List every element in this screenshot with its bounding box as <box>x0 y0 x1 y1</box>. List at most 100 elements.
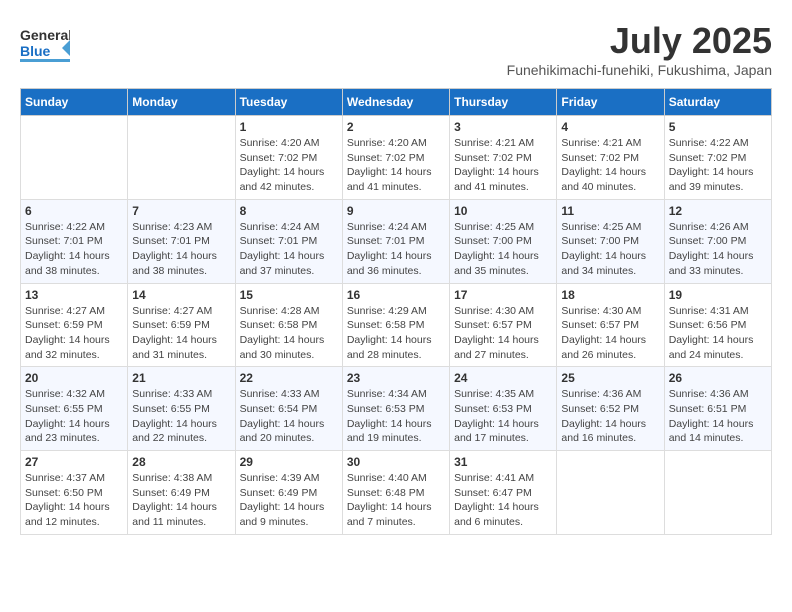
calendar-cell: 22 Sunrise: 4:33 AM Sunset: 6:54 PM Dayli… <box>235 367 342 451</box>
cell-content: Sunrise: 4:22 AM Sunset: 7:01 PM Dayligh… <box>25 220 123 279</box>
calendar-cell: 6 Sunrise: 4:22 AM Sunset: 7:01 PM Daylig… <box>21 199 128 283</box>
calendar-cell: 14 Sunrise: 4:27 AM Sunset: 6:59 PM Dayli… <box>128 283 235 367</box>
calendar-body: 1 Sunrise: 4:20 AM Sunset: 7:02 PM Daylig… <box>21 116 772 535</box>
cell-content: Sunrise: 4:25 AM Sunset: 7:00 PM Dayligh… <box>454 220 552 279</box>
calendar-cell <box>664 451 771 535</box>
calendar-cell: 19 Sunrise: 4:31 AM Sunset: 6:56 PM Dayli… <box>664 283 771 367</box>
calendar-cell: 13 Sunrise: 4:27 AM Sunset: 6:59 PM Dayli… <box>21 283 128 367</box>
calendar-cell: 21 Sunrise: 4:33 AM Sunset: 6:55 PM Dayli… <box>128 367 235 451</box>
calendar-cell: 23 Sunrise: 4:34 AM Sunset: 6:53 PM Dayli… <box>342 367 449 451</box>
calendar-cell: 5Sunrise: 4:22 AM Sunset: 7:02 PM Daylig… <box>664 116 771 200</box>
cell-content: Sunrise: 4:32 AM Sunset: 6:55 PM Dayligh… <box>25 387 123 446</box>
day-number: 27 <box>25 455 123 469</box>
calendar-week-row: 1 Sunrise: 4:20 AM Sunset: 7:02 PM Daylig… <box>21 116 772 200</box>
weekday-header-cell: Saturday <box>664 89 771 116</box>
cell-content: Sunrise: 4:40 AM Sunset: 6:48 PM Dayligh… <box>347 471 445 530</box>
day-number: 4 <box>561 120 659 134</box>
day-number: 30 <box>347 455 445 469</box>
day-number: 12 <box>669 204 767 218</box>
cell-content: Sunrise: 4:41 AM Sunset: 6:47 PM Dayligh… <box>454 471 552 530</box>
day-number: 13 <box>25 288 123 302</box>
calendar-cell <box>557 451 664 535</box>
calendar-cell: 15Sunrise: 4:28 AM Sunset: 6:58 PM Dayli… <box>235 283 342 367</box>
calendar-cell: 28Sunrise: 4:38 AM Sunset: 6:49 PM Dayli… <box>128 451 235 535</box>
cell-content: Sunrise: 4:21 AM Sunset: 7:02 PM Dayligh… <box>561 136 659 195</box>
day-number: 10 <box>454 204 552 218</box>
calendar-cell: 11 Sunrise: 4:25 AM Sunset: 7:00 PM Dayli… <box>557 199 664 283</box>
calendar-cell: 9 Sunrise: 4:24 AM Sunset: 7:01 PM Daylig… <box>342 199 449 283</box>
day-number: 31 <box>454 455 552 469</box>
day-number: 17 <box>454 288 552 302</box>
calendar-week-row: 20 Sunrise: 4:32 AM Sunset: 6:55 PM Dayli… <box>21 367 772 451</box>
calendar-cell: 17 Sunrise: 4:30 AM Sunset: 6:57 PM Dayli… <box>450 283 557 367</box>
cell-content: Sunrise: 4:30 AM Sunset: 6:57 PM Dayligh… <box>454 304 552 363</box>
day-number: 23 <box>347 371 445 385</box>
cell-content: Sunrise: 4:23 AM Sunset: 7:01 PM Dayligh… <box>132 220 230 279</box>
cell-content: Sunrise: 4:25 AM Sunset: 7:00 PM Dayligh… <box>561 220 659 279</box>
calendar-cell: 10 Sunrise: 4:25 AM Sunset: 7:00 PM Dayli… <box>450 199 557 283</box>
day-number: 29 <box>240 455 338 469</box>
cell-content: Sunrise: 4:24 AM Sunset: 7:01 PM Dayligh… <box>347 220 445 279</box>
day-number: 9 <box>347 204 445 218</box>
calendar-cell: 2Sunrise: 4:20 AM Sunset: 7:02 PM Daylig… <box>342 116 449 200</box>
calendar-cell: 4 Sunrise: 4:21 AM Sunset: 7:02 PM Daylig… <box>557 116 664 200</box>
day-number: 22 <box>240 371 338 385</box>
calendar-cell: 12 Sunrise: 4:26 AM Sunset: 7:00 PM Dayli… <box>664 199 771 283</box>
day-number: 7 <box>132 204 230 218</box>
calendar-week-row: 6 Sunrise: 4:22 AM Sunset: 7:01 PM Daylig… <box>21 199 772 283</box>
calendar-cell: 24 Sunrise: 4:35 AM Sunset: 6:53 PM Dayli… <box>450 367 557 451</box>
cell-content: Sunrise: 4:21 AM Sunset: 7:02 PM Dayligh… <box>454 136 552 195</box>
day-number: 3 <box>454 120 552 134</box>
cell-content: Sunrise: 4:27 AM Sunset: 6:59 PM Dayligh… <box>25 304 123 363</box>
day-number: 6 <box>25 204 123 218</box>
cell-content: Sunrise: 4:38 AM Sunset: 6:49 PM Dayligh… <box>132 471 230 530</box>
calendar-week-row: 27Sunrise: 4:37 AM Sunset: 6:50 PM Dayli… <box>21 451 772 535</box>
calendar-cell: 31 Sunrise: 4:41 AM Sunset: 6:47 PM Dayli… <box>450 451 557 535</box>
cell-content: Sunrise: 4:35 AM Sunset: 6:53 PM Dayligh… <box>454 387 552 446</box>
cell-content: Sunrise: 4:33 AM Sunset: 6:54 PM Dayligh… <box>240 387 338 446</box>
day-number: 11 <box>561 204 659 218</box>
day-number: 20 <box>25 371 123 385</box>
day-number: 15 <box>240 288 338 302</box>
day-number: 18 <box>561 288 659 302</box>
cell-content: Sunrise: 4:27 AM Sunset: 6:59 PM Dayligh… <box>132 304 230 363</box>
day-number: 21 <box>132 371 230 385</box>
calendar-cell: 8 Sunrise: 4:24 AM Sunset: 7:01 PM Daylig… <box>235 199 342 283</box>
cell-content: Sunrise: 4:29 AM Sunset: 6:58 PM Dayligh… <box>347 304 445 363</box>
calendar-cell: 29Sunrise: 4:39 AM Sunset: 6:49 PM Dayli… <box>235 451 342 535</box>
weekday-header-cell: Monday <box>128 89 235 116</box>
page-header: General Blue July 2025 Funehikimachi-fun… <box>20 20 772 78</box>
calendar-cell: 18 Sunrise: 4:30 AM Sunset: 6:57 PM Dayli… <box>557 283 664 367</box>
cell-content: Sunrise: 4:36 AM Sunset: 6:51 PM Dayligh… <box>669 387 767 446</box>
cell-content: Sunrise: 4:20 AM Sunset: 7:02 PM Dayligh… <box>240 136 338 195</box>
calendar-cell: 26Sunrise: 4:36 AM Sunset: 6:51 PM Dayli… <box>664 367 771 451</box>
day-number: 19 <box>669 288 767 302</box>
cell-content: Sunrise: 4:30 AM Sunset: 6:57 PM Dayligh… <box>561 304 659 363</box>
month-title: July 2025 <box>507 20 772 62</box>
cell-content: Sunrise: 4:34 AM Sunset: 6:53 PM Dayligh… <box>347 387 445 446</box>
svg-text:General: General <box>20 27 70 43</box>
calendar-cell <box>128 116 235 200</box>
calendar-cell: 1 Sunrise: 4:20 AM Sunset: 7:02 PM Daylig… <box>235 116 342 200</box>
logo: General Blue <box>20 20 70 65</box>
day-number: 1 <box>240 120 338 134</box>
weekday-header-cell: Tuesday <box>235 89 342 116</box>
calendar-cell: 7 Sunrise: 4:23 AM Sunset: 7:01 PM Daylig… <box>128 199 235 283</box>
day-number: 25 <box>561 371 659 385</box>
calendar-cell: 30 Sunrise: 4:40 AM Sunset: 6:48 PM Dayli… <box>342 451 449 535</box>
day-number: 14 <box>132 288 230 302</box>
calendar-week-row: 13 Sunrise: 4:27 AM Sunset: 6:59 PM Dayli… <box>21 283 772 367</box>
calendar-cell <box>21 116 128 200</box>
cell-content: Sunrise: 4:31 AM Sunset: 6:56 PM Dayligh… <box>669 304 767 363</box>
calendar-cell: 27Sunrise: 4:37 AM Sunset: 6:50 PM Dayli… <box>21 451 128 535</box>
cell-content: Sunrise: 4:26 AM Sunset: 7:00 PM Dayligh… <box>669 220 767 279</box>
cell-content: Sunrise: 4:22 AM Sunset: 7:02 PM Dayligh… <box>669 136 767 195</box>
day-number: 24 <box>454 371 552 385</box>
day-number: 8 <box>240 204 338 218</box>
calendar-table: SundayMondayTuesdayWednesdayThursdayFrid… <box>20 88 772 535</box>
weekday-header-cell: Sunday <box>21 89 128 116</box>
cell-content: Sunrise: 4:24 AM Sunset: 7:01 PM Dayligh… <box>240 220 338 279</box>
svg-text:Blue: Blue <box>20 43 51 59</box>
weekday-header-row: SundayMondayTuesdayWednesdayThursdayFrid… <box>21 89 772 116</box>
cell-content: Sunrise: 4:33 AM Sunset: 6:55 PM Dayligh… <box>132 387 230 446</box>
